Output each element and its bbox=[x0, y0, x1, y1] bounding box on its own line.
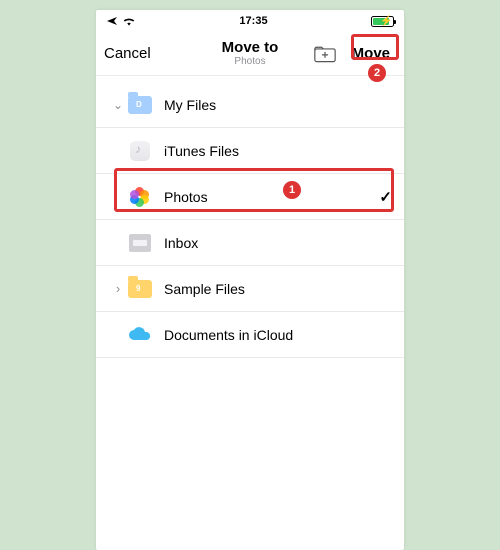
folder-row-icloud[interactable]: Documents in iCloud bbox=[96, 312, 404, 358]
chevron-down-icon[interactable]: ⌄ bbox=[108, 98, 128, 112]
folder-row-itunes[interactable]: iTunes Files bbox=[96, 128, 404, 174]
airplane-mode-icon bbox=[106, 15, 118, 27]
photos-icon bbox=[128, 185, 152, 209]
status-time: 17:35 bbox=[239, 15, 267, 27]
row-label: Documents in iCloud bbox=[164, 327, 293, 343]
row-label: Sample Files bbox=[164, 281, 245, 297]
itunes-icon bbox=[128, 139, 152, 163]
battery-icon: ⚡ bbox=[371, 16, 394, 27]
checkmark-icon: ✓ bbox=[379, 188, 392, 206]
move-button[interactable]: Move bbox=[346, 42, 396, 65]
cancel-button[interactable]: Cancel bbox=[104, 45, 151, 62]
wifi-icon bbox=[122, 16, 136, 26]
folder-row-myfiles[interactable]: ⌄ D My Files bbox=[96, 82, 404, 128]
annotation-badge-1: 1 bbox=[283, 181, 301, 199]
chevron-right-icon[interactable]: › bbox=[108, 281, 128, 296]
nav-bar: Cancel Move to Photos Move bbox=[96, 32, 404, 76]
folder-row-photos[interactable]: Photos ✓ bbox=[96, 174, 404, 220]
annotation-badge-2: 2 bbox=[368, 64, 386, 82]
device-frame: 17:35 ⚡ Cancel Move to Photos Move ⌄ D M… bbox=[96, 10, 404, 550]
folder-icon: D bbox=[128, 93, 152, 117]
row-label: My Files bbox=[164, 97, 216, 113]
row-label: Photos bbox=[164, 189, 208, 205]
row-label: iTunes Files bbox=[164, 143, 239, 159]
nav-subtitle: Photos bbox=[222, 56, 279, 67]
new-folder-icon[interactable] bbox=[314, 45, 336, 63]
folder-icon: 9 bbox=[128, 277, 152, 301]
folder-list: ⌄ D My Files iTunes Files Photos bbox=[96, 76, 404, 358]
folder-row-inbox[interactable]: Inbox bbox=[96, 220, 404, 266]
status-bar: 17:35 ⚡ bbox=[96, 10, 404, 32]
nav-title: Move to bbox=[222, 40, 279, 57]
cloud-icon bbox=[128, 323, 152, 347]
row-label: Inbox bbox=[164, 235, 198, 251]
inbox-icon bbox=[128, 231, 152, 255]
folder-row-sample[interactable]: › 9 Sample Files bbox=[96, 266, 404, 312]
